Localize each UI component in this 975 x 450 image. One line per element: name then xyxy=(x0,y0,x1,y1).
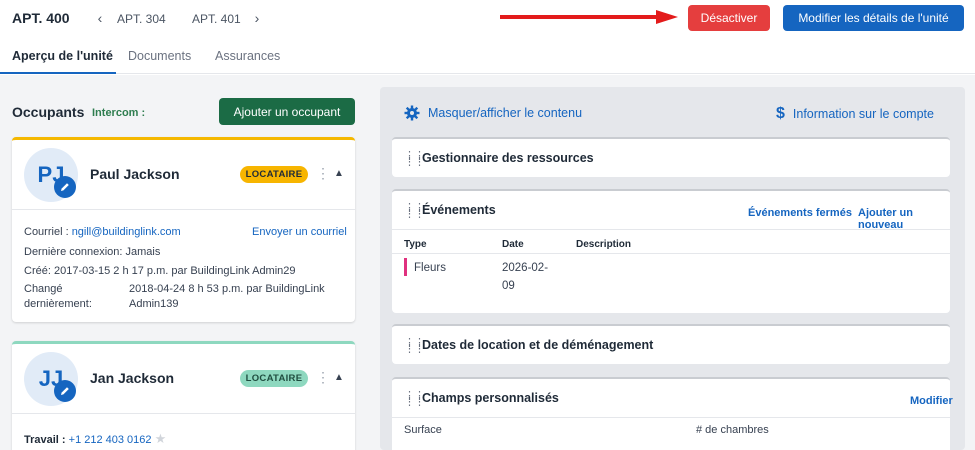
event-type: Fleurs xyxy=(414,262,446,274)
email-row: Courriel : ngill@buildinglink.com xyxy=(24,226,181,238)
section-title: Champs personnalisés xyxy=(422,391,559,405)
custom-fields-section: ⋮⋮ ⋮⋮ Champs personnalisés Modifier Surfa… xyxy=(392,377,953,450)
intercom-label: Intercom : xyxy=(92,107,146,119)
events-section: ⋮⋮ ⋮⋮ Événements Événements fermés Ajoute… xyxy=(392,189,950,313)
tab-documents[interactable]: Documents xyxy=(128,49,191,63)
red-arrow-icon xyxy=(500,10,678,24)
divider xyxy=(12,413,355,414)
drag-handle-icon[interactable]: ⋮⋮ ⋮⋮ xyxy=(404,338,425,355)
edit-avatar-icon[interactable] xyxy=(54,380,76,402)
chevron-right-icon[interactable]: › xyxy=(251,10,263,26)
next-unit-link[interactable]: APT. 401 xyxy=(192,12,241,26)
column-header: Date xyxy=(502,239,524,250)
occupant-card: JJ Jan Jackson LOCATAIRE ⋮ ▲ Travail : +… xyxy=(12,341,355,450)
changed-label-line2: dernièrement: xyxy=(24,298,92,310)
top-bar: APT. 400 ‹ APT. 304 APT. 401 › Désactive… xyxy=(0,0,975,38)
collapse-caret-icon[interactable]: ▲ xyxy=(334,372,344,383)
changed-label-line1: Changé xyxy=(24,283,63,295)
last-login-value: Jamais xyxy=(125,246,161,258)
column-header: Type xyxy=(404,239,427,250)
rental-dates-section: ⋮⋮ ⋮⋮ Dates de location et de déménagemen… xyxy=(392,324,950,364)
gear-icon xyxy=(404,105,420,121)
changed-value-line2: Admin139 xyxy=(129,298,179,310)
modify-custom-fields-link[interactable]: Modifier xyxy=(910,395,953,407)
custom-field-label: Surface xyxy=(404,424,442,436)
more-options-icon[interactable]: ⋮ xyxy=(316,369,330,386)
tab-unit-overview[interactable]: Aperçu de l'unité xyxy=(12,49,113,63)
event-date-line1: 2026-02- xyxy=(502,262,549,274)
divider xyxy=(12,209,355,210)
occupant-card: PJ Paul Jackson LOCATAIRE ⋮ ▲ Courriel :… xyxy=(12,137,355,322)
add-occupant-button[interactable]: Ajouter un occupant xyxy=(219,98,355,125)
occupants-panel: Occupants Intercom : Ajouter un occupant… xyxy=(0,75,366,450)
status-badge: LOCATAIRE xyxy=(240,166,308,183)
tab-insurance[interactable]: Assurances xyxy=(215,49,280,63)
created-value: 2017-03-15 2 h 17 p.m. par BuildingLink … xyxy=(53,265,296,277)
chevron-left-icon[interactable]: ‹ xyxy=(94,10,106,26)
section-title: Gestionnaire des ressources xyxy=(422,151,594,165)
toggle-content-label: Masquer/afficher le contenu xyxy=(428,106,583,120)
drag-handle-icon[interactable]: ⋮⋮ ⋮⋮ xyxy=(404,151,425,168)
changed-value-line1: 2018-04-24 8 h 53 p.m. par BuildingLink xyxy=(129,283,325,295)
created-label: Créé: xyxy=(24,265,51,277)
occupant-name[interactable]: Paul Jackson xyxy=(90,166,180,182)
event-date-line2: 09 xyxy=(502,280,515,292)
work-label: Travail : xyxy=(24,434,66,446)
divider xyxy=(392,229,950,230)
work-phone-link[interactable]: +1 212 403 0162 xyxy=(69,434,152,446)
account-info-label: Information sur le compte xyxy=(792,107,934,121)
account-info-link[interactable]: $ Information sur le compte xyxy=(776,105,934,123)
unit-title: APT. 400 xyxy=(12,10,70,26)
occupants-title: Occupants xyxy=(12,104,85,120)
send-email-link[interactable]: Envoyer un courriel xyxy=(252,226,347,238)
deactivate-button[interactable]: Désactiver xyxy=(688,5,770,31)
section-title: Événements xyxy=(422,203,496,217)
last-login-row: Dernière connexion: Jamais xyxy=(24,246,160,258)
resources-section: ⋮⋮ ⋮⋮ Gestionnaire des ressources xyxy=(392,137,950,177)
tab-bar: Aperçu de l'unité Documents Assurances xyxy=(0,38,975,74)
dollar-icon: $ xyxy=(776,105,785,122)
section-title: Dates de location et de déménagement xyxy=(422,338,654,352)
details-container: Masquer/afficher le contenu $ Informatio… xyxy=(380,87,965,450)
occupant-name[interactable]: Jan Jackson xyxy=(90,370,174,386)
drag-handle-icon[interactable]: ⋮⋮ ⋮⋮ xyxy=(404,203,425,220)
unit-details-panel: Masquer/afficher le contenu $ Informatio… xyxy=(366,75,975,450)
divider xyxy=(392,417,950,418)
star-icon[interactable]: ★ xyxy=(155,431,167,446)
email-link[interactable]: ngill@buildinglink.com xyxy=(72,226,181,238)
drag-handle-icon[interactable]: ⋮⋮ ⋮⋮ xyxy=(404,391,425,408)
event-type-marker xyxy=(404,258,407,276)
custom-field-label: # de chambres xyxy=(696,424,769,436)
work-phone-row: Travail : +1 212 403 0162 ★ xyxy=(24,431,166,447)
edit-avatar-icon[interactable] xyxy=(54,176,76,198)
add-event-link[interactable]: Ajouter un nouveau xyxy=(858,207,950,231)
modify-unit-button[interactable]: Modifier les détails de l'unité xyxy=(783,5,964,31)
closed-events-link[interactable]: Événements fermés xyxy=(748,207,852,219)
divider xyxy=(392,253,950,254)
status-badge: LOCATAIRE xyxy=(240,370,308,387)
last-login-label: Dernière connexion: xyxy=(24,246,123,258)
active-tab-indicator xyxy=(0,72,116,74)
created-row: Créé: 2017-03-15 2 h 17 p.m. par Buildin… xyxy=(24,265,296,277)
column-header: Description xyxy=(576,239,632,250)
toggle-content-link[interactable]: Masquer/afficher le contenu xyxy=(404,105,582,121)
collapse-caret-icon[interactable]: ▲ xyxy=(334,168,344,179)
more-options-icon[interactable]: ⋮ xyxy=(316,165,330,182)
email-label: Courriel : xyxy=(24,226,69,238)
prev-unit-link[interactable]: APT. 304 xyxy=(117,12,166,26)
